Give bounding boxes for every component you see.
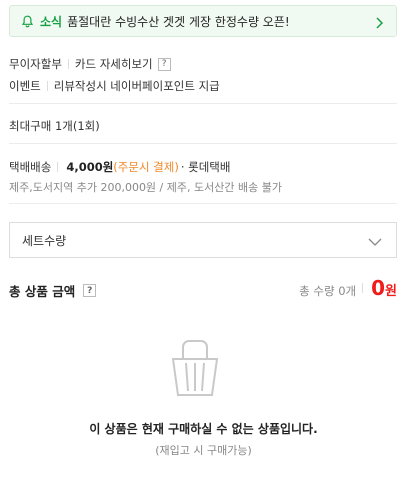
card-benefit-row: 무이자할부 카드 자세히보기 ? (9, 56, 171, 72)
shipping-carrier: · 롯데택배 (180, 160, 231, 174)
card-detail-link[interactable]: 카드 자세히보기 (75, 56, 153, 72)
shipping-row: 택배배송 4,000원 (주문시 결제) · 롯데택배 (9, 159, 230, 175)
event-text: 리뷰작성시 네이버페이포인트 지급 (53, 79, 220, 93)
notice-banner[interactable]: 소식 품절대란 수빙수산 겟겟 게장 한정수량 오픈! (9, 5, 397, 37)
interest-free-label: 무이자할부 (9, 57, 62, 71)
divider (57, 162, 59, 172)
basket-icon (170, 337, 220, 399)
restock-note: (재입고 시 구매가능) (155, 444, 252, 457)
event-label: 이벤트 (9, 79, 41, 93)
shipping-price: 4,000원 (66, 160, 114, 174)
option-select[interactable]: 세트수량 (9, 222, 397, 258)
total-label-text: 총 상품 금액 (9, 284, 76, 299)
purchase-limit: 최대구매 1개(1회) (9, 118, 100, 134)
purchase-limit-text: 최대구매 1개(1회) (9, 119, 100, 133)
option-select-label: 세트수량 (22, 233, 67, 248)
section-divider (9, 203, 397, 204)
shipping-condition: (주문시 결제) (113, 160, 179, 174)
divider (46, 81, 48, 91)
total-summary: 총 수량 0개 0 원 (299, 276, 397, 300)
section-divider (9, 143, 397, 144)
shipping-label: 택배배송 (9, 160, 52, 174)
notice-text: 품절대란 수빙수산 겟겟 게장 한정수량 오픈! (67, 14, 290, 29)
total-label: 총 상품 금액 ? (9, 281, 97, 300)
event-row: 이벤트 리뷰작성시 네이버페이포인트 지급 (9, 78, 220, 94)
total-amount: 0 (371, 276, 386, 300)
total-count: 총 수량 0개 (299, 284, 357, 298)
chevron-down-icon (368, 236, 382, 250)
help-icon[interactable]: ? (157, 57, 171, 71)
divider (67, 59, 69, 69)
help-icon[interactable]: ? (83, 284, 97, 297)
section-divider (9, 103, 397, 104)
notice-tag: 소식 (40, 14, 63, 29)
shipping-extra-text: 제주,도서지역 추가 200,000원 / 제주, 도서산간 배송 불가 (9, 181, 282, 194)
divider (362, 283, 364, 293)
total-unit: 원 (385, 284, 397, 299)
chevron-right-icon[interactable] (374, 15, 386, 29)
bell-icon (21, 15, 34, 28)
unavailable-message: 이 상품은 현재 구매하실 수 없는 상품입니다. (89, 422, 318, 436)
shipping-extra: 제주,도서지역 추가 200,000원 / 제주, 도서산간 배송 불가 (9, 179, 282, 195)
